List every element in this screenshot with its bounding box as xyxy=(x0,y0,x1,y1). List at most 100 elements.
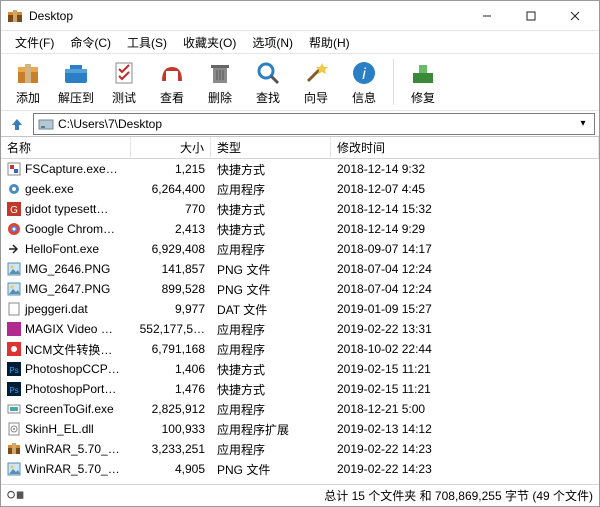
wizard-button[interactable]: 向导 xyxy=(293,59,339,106)
find-button[interactable]: 查找 xyxy=(245,59,291,106)
test-button[interactable]: 测试 xyxy=(101,59,147,106)
test-label: 测试 xyxy=(112,89,136,106)
file-name: FSCapture.exe… xyxy=(25,162,118,176)
menu-commands[interactable]: 命令(C) xyxy=(62,32,119,53)
up-button[interactable] xyxy=(5,113,29,135)
file-type: 快捷方式 xyxy=(211,161,331,178)
file-name: WinRAR_5.70_… xyxy=(25,442,120,456)
file-icon xyxy=(7,462,21,476)
file-modified: 2018-12-14 15:32 xyxy=(331,202,599,216)
file-row[interactable]: NCM文件转换…6,791,168应用程序2018-10-02 22:44 xyxy=(1,339,599,359)
file-row[interactable]: WinRAR_5.70_… 4,905PNG 文件2019-02-22 14:23 xyxy=(1,459,599,479)
col-size[interactable]: 大小 xyxy=(131,137,211,158)
file-icon xyxy=(7,262,21,276)
file-row[interactable]: ScreenToGif.exe2,825,912应用程序2018-12-21 5… xyxy=(1,399,599,419)
file-size: 141,857 xyxy=(131,262,211,276)
file-modified: 2019-02-22 13:31 xyxy=(331,322,599,336)
maximize-button[interactable] xyxy=(509,2,553,30)
file-icon xyxy=(7,162,21,176)
file-icon xyxy=(7,342,21,356)
file-list[interactable]: FSCapture.exe…1,215快捷方式2018-12-14 9:32ge… xyxy=(1,159,599,484)
view-label: 查看 xyxy=(160,89,184,106)
file-row[interactable]: Google Chrom…2,413快捷方式2018-12-14 9:29 xyxy=(1,219,599,239)
delete-label: 删除 xyxy=(208,89,232,106)
file-row[interactable]: PsPhotoshopPort…1,476快捷方式2019-02-15 11:2… xyxy=(1,379,599,399)
menu-favorites[interactable]: 收藏夹(O) xyxy=(175,32,244,53)
status-summary: 总计 15 个文件夹 和 708,869,255 字节 (49 个文件) xyxy=(324,487,593,504)
address-dropdown-icon[interactable]: ▾ xyxy=(576,118,590,129)
menu-file[interactable]: 文件(F) xyxy=(7,32,62,53)
file-type: 快捷方式 xyxy=(211,221,331,238)
col-modified[interactable]: 修改时间 xyxy=(331,137,599,158)
repair-icon xyxy=(409,59,437,87)
file-size: 2,413 xyxy=(131,222,211,236)
info-label: 信息 xyxy=(352,89,376,106)
title-bar: Desktop xyxy=(1,1,599,31)
delete-button[interactable]: 删除 xyxy=(197,59,243,106)
file-row[interactable]: IMG_2646.PNG141,857PNG 文件2018-07-04 12:2… xyxy=(1,259,599,279)
col-type[interactable]: 类型 xyxy=(211,137,331,158)
view-button[interactable]: 查看 xyxy=(149,59,195,106)
file-type: 快捷方式 xyxy=(211,201,331,218)
file-type: PNG 文件 xyxy=(211,461,331,478)
file-size: 6,929,408 xyxy=(131,242,211,256)
file-modified: 2018-07-04 12:24 xyxy=(331,282,599,296)
file-name: Google Chrom… xyxy=(25,222,115,236)
add-button[interactable]: 添加 xyxy=(5,59,51,106)
file-icon: Ps xyxy=(7,362,21,376)
file-name: geek.exe xyxy=(25,182,74,196)
file-size: 100,933 xyxy=(131,422,211,436)
address-input[interactable]: C:\Users\7\Desktop ▾ xyxy=(33,113,595,135)
minimize-button[interactable] xyxy=(465,2,509,30)
search-icon xyxy=(254,59,282,87)
file-modified: 2018-09-07 14:17 xyxy=(331,242,599,256)
file-size: 6,791,168 xyxy=(131,342,211,356)
svg-text:i: i xyxy=(362,66,366,83)
file-name: WinRAR_5.70_… xyxy=(25,462,120,476)
menu-tools[interactable]: 工具(S) xyxy=(119,32,175,53)
file-size: 3,233,251 xyxy=(131,442,211,456)
file-row[interactable]: FSCapture.exe…1,215快捷方式2018-12-14 9:32 xyxy=(1,159,599,179)
file-modified: 2019-01-09 15:27 xyxy=(331,302,599,316)
file-size: 9,977 xyxy=(131,302,211,316)
file-size: 4,905 xyxy=(131,462,211,476)
file-row[interactable]: HelloFont.exe6,929,408应用程序2018-09-07 14:… xyxy=(1,239,599,259)
file-row[interactable]: Ggidot typesett…770快捷方式2018-12-14 15:32 xyxy=(1,199,599,219)
file-icon: G xyxy=(7,202,21,216)
file-row[interactable]: geek.exe6,264,400应用程序2018-12-07 4:45 xyxy=(1,179,599,199)
file-name: ScreenToGif.exe xyxy=(25,402,114,416)
close-button[interactable] xyxy=(553,2,597,30)
menu-bar: 文件(F) 命令(C) 工具(S) 收藏夹(O) 选项(N) 帮助(H) xyxy=(1,31,599,53)
file-modified: 2018-07-04 12:24 xyxy=(331,262,599,276)
file-size: 899,528 xyxy=(131,282,211,296)
file-size: 1,476 xyxy=(131,382,211,396)
address-path: C:\Users\7\Desktop xyxy=(58,117,576,131)
status-icons xyxy=(7,489,25,503)
file-modified: 2019-02-22 14:23 xyxy=(331,462,599,476)
svg-text:G: G xyxy=(10,205,18,216)
file-row[interactable]: MAGIX Video …552,177,5…应用程序2019-02-22 13… xyxy=(1,319,599,339)
file-row[interactable]: jpeggeri.dat9,977DAT 文件2019-01-09 15:27 xyxy=(1,299,599,319)
file-row[interactable]: WinRAR_5.70_…3,233,251应用程序2019-02-22 14:… xyxy=(1,439,599,459)
file-type: 快捷方式 xyxy=(211,361,331,378)
extract-button[interactable]: 解压到 xyxy=(53,59,99,106)
file-icon xyxy=(7,442,21,456)
file-type: 应用程序 xyxy=(211,241,331,258)
file-row[interactable]: IMG_2647.PNG899,528PNG 文件2018-07-04 12:2… xyxy=(1,279,599,299)
repair-button[interactable]: 修复 xyxy=(400,59,446,106)
file-row[interactable]: SkinH_EL.dll100,933应用程序扩展2019-02-13 14:1… xyxy=(1,419,599,439)
info-button[interactable]: i 信息 xyxy=(341,59,387,106)
view-icon xyxy=(158,59,186,87)
file-name: SkinH_EL.dll xyxy=(25,422,94,436)
file-modified: 2018-12-14 9:32 xyxy=(331,162,599,176)
menu-help[interactable]: 帮助(H) xyxy=(301,32,358,53)
wizard-icon xyxy=(302,59,330,87)
file-row[interactable]: PsPhotoshopCCP…1,406快捷方式2019-02-15 11:21 xyxy=(1,359,599,379)
file-size: 1,406 xyxy=(131,362,211,376)
file-name: jpeggeri.dat xyxy=(25,302,88,316)
repair-label: 修复 xyxy=(411,89,435,106)
menu-options[interactable]: 选项(N) xyxy=(244,32,301,53)
column-headers: 名称 大小 类型 修改时间 xyxy=(1,137,599,159)
col-name[interactable]: 名称 xyxy=(1,137,131,158)
address-bar: C:\Users\7\Desktop ▾ xyxy=(1,111,599,137)
